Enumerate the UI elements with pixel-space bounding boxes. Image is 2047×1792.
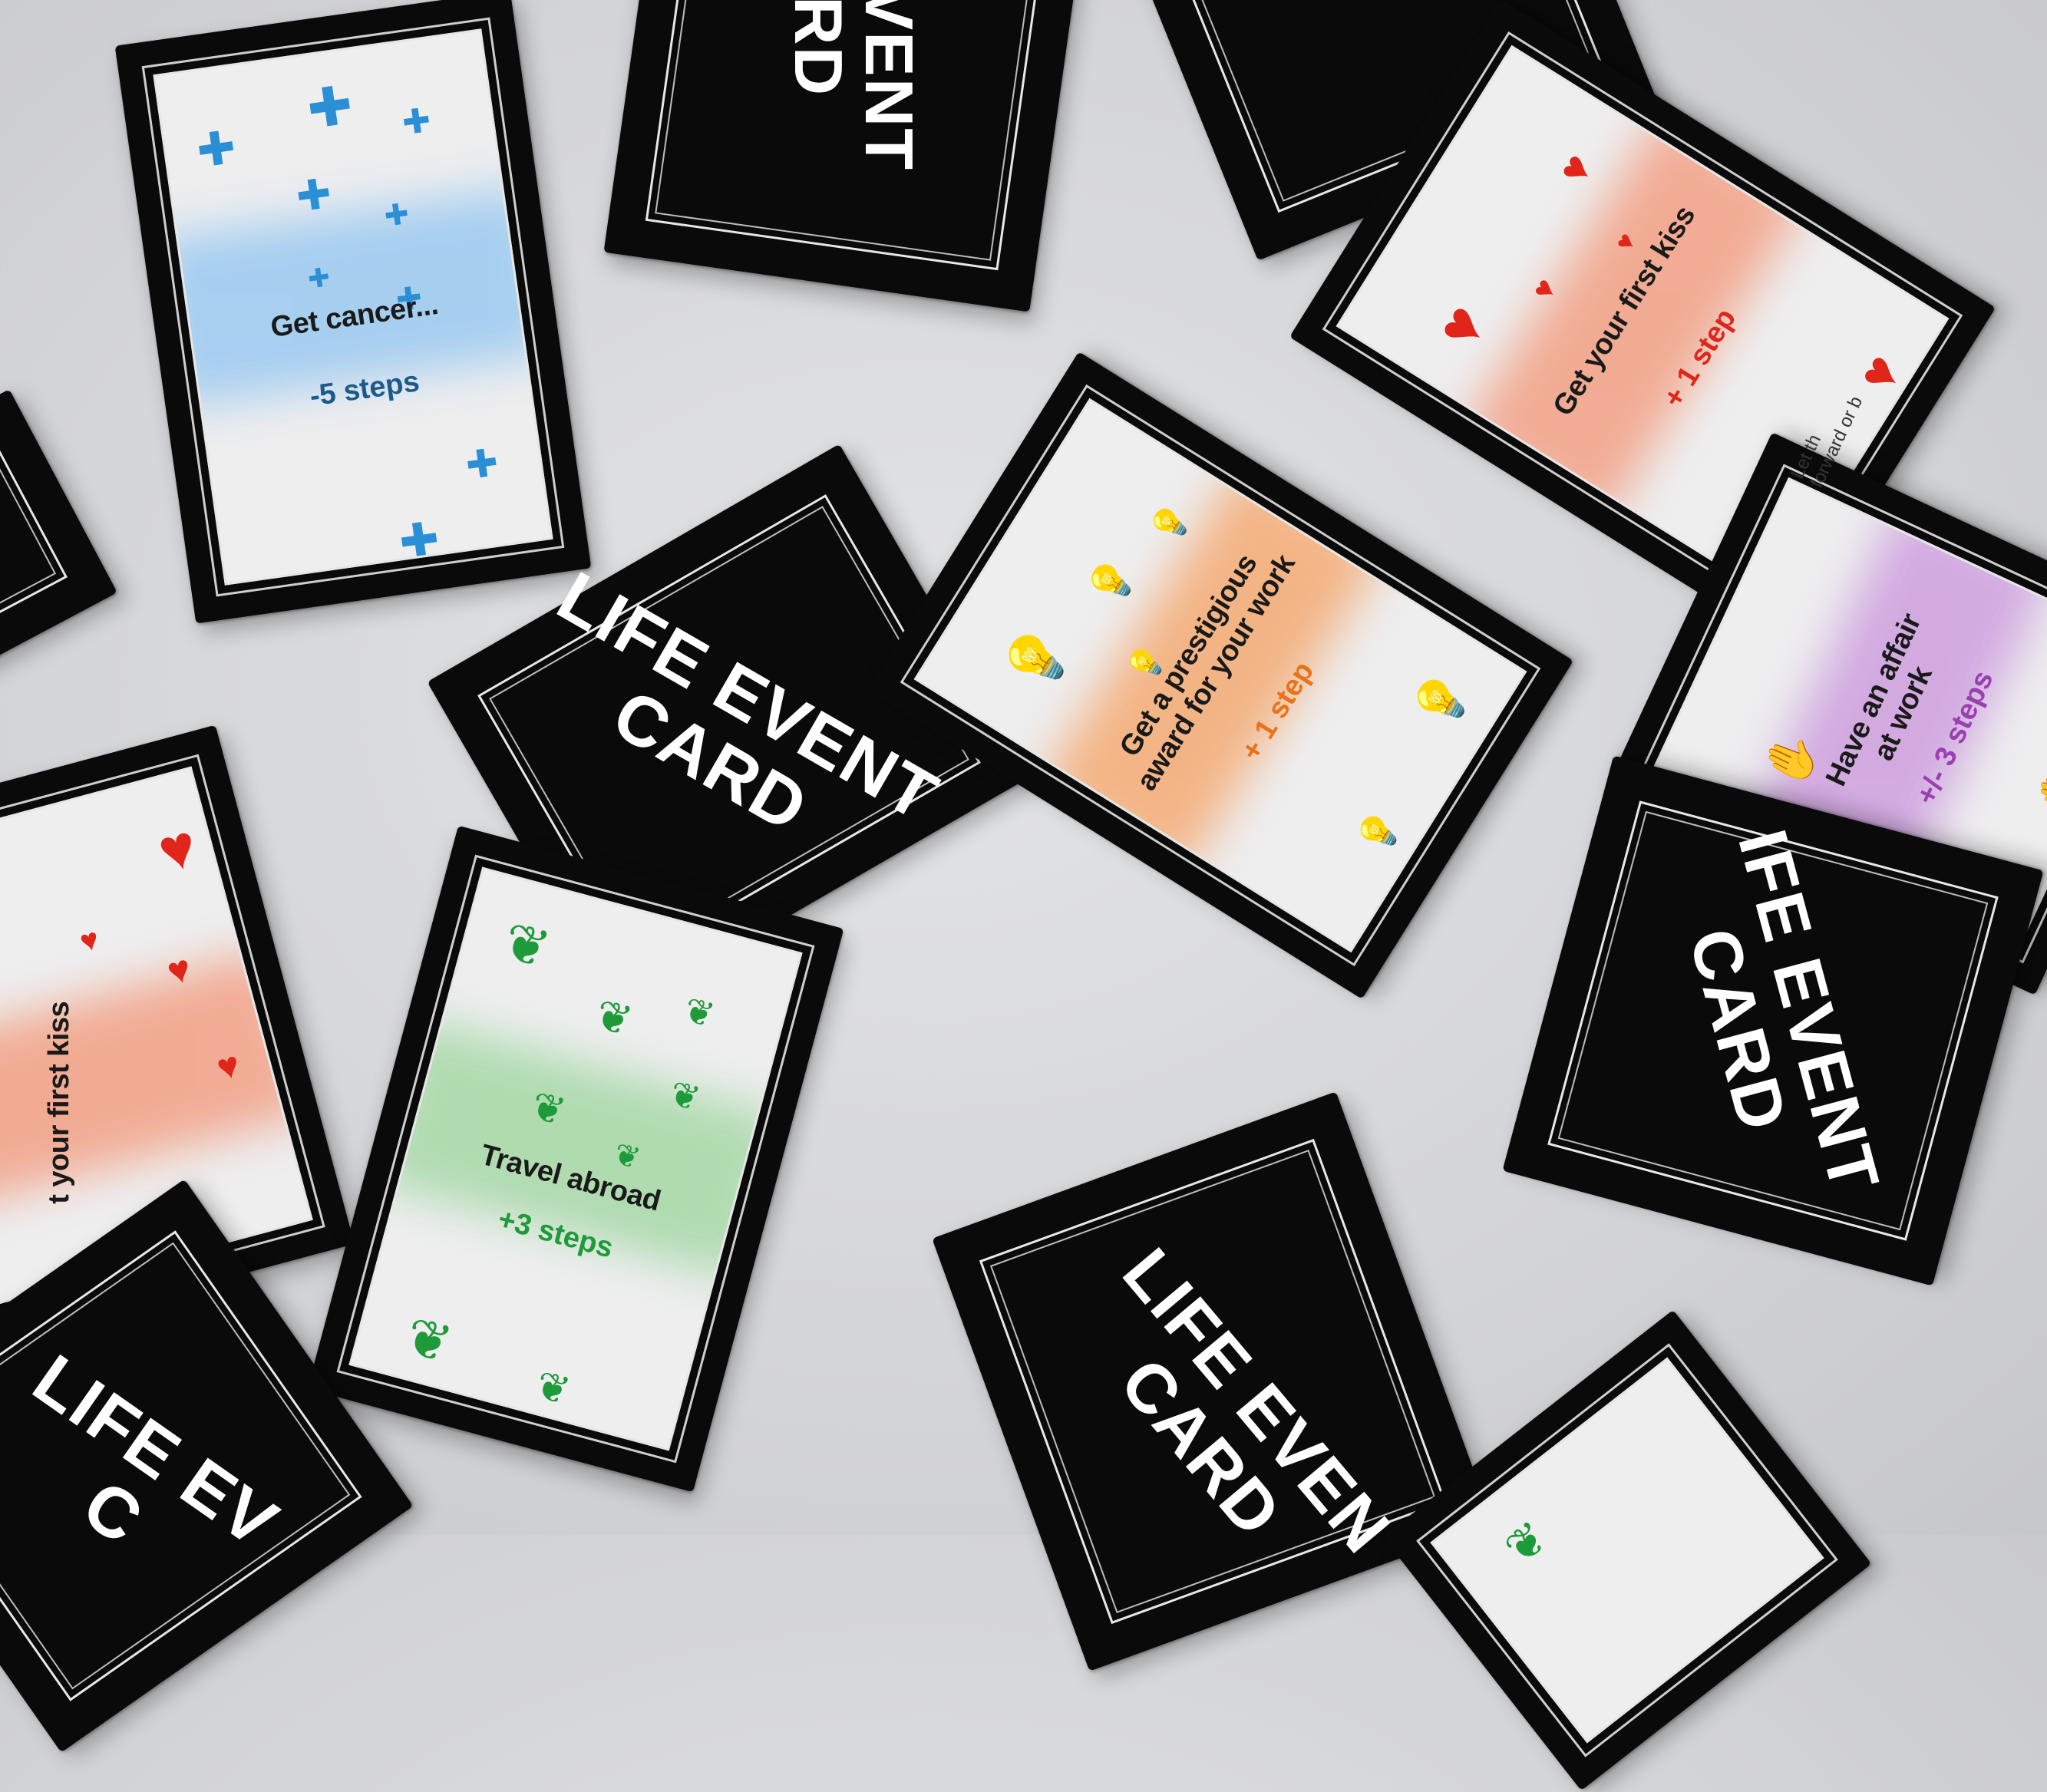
- medical-kit-icon: ✚: [293, 170, 335, 221]
- card-back-title: E EVENT ARD: [780, 0, 927, 171]
- leaf-icon: ❦: [679, 989, 719, 1036]
- life-event-card-partial-bottom-right: ❦: [1382, 1309, 1872, 1791]
- heart-icon: ♥: [1547, 144, 1603, 193]
- heart-icon: ♥: [76, 922, 103, 959]
- lightbulb-icon: 💡: [1405, 663, 1479, 740]
- medical-kit-icon: ✚: [382, 197, 411, 233]
- medical-kit-icon: ✚: [305, 262, 332, 295]
- medical-kit-icon: ✚: [399, 101, 434, 143]
- leaf-icon: ❦: [399, 1305, 459, 1375]
- leaf-icon: ❦: [530, 1362, 575, 1415]
- lightbulb-icon: 💡: [1081, 550, 1144, 614]
- medical-kit-icon: ✚: [193, 120, 239, 177]
- life-event-card-cancer: ✚ ✚ ✚ ✚ ✚ ✚ ✚ ✚ ✚ Get cancer... -5 steps: [114, 0, 592, 624]
- lightbulb-icon: 💡: [1144, 497, 1197, 551]
- medical-kit-icon: ✚: [395, 512, 443, 571]
- heart-icon: ♥: [1422, 292, 1501, 360]
- life-event-card-travel: ❦ ❦ ❦ ❦ ❦ ❦ ❦ ❦ Travel abroad +3 steps: [307, 825, 844, 1493]
- card-back-bottom-middle: LIFE EVEN CARD: [932, 1091, 1494, 1672]
- lightbulb-icon: 💡: [1350, 804, 1408, 863]
- card-back-left-edge: [0, 389, 117, 701]
- medical-kit-icon: ✚: [303, 74, 357, 140]
- leaf-icon: ❦: [497, 910, 556, 981]
- leaf-icon: ❦: [1494, 1510, 1557, 1576]
- heart-icon: ♥: [150, 810, 204, 886]
- card-back-top-center: E EVENT ARD: [603, 0, 1085, 312]
- hand-icon: ✋: [2028, 756, 2047, 830]
- leaf-icon: ❦: [589, 989, 638, 1046]
- card-title: t your first kiss: [43, 1001, 76, 1204]
- lightbulb-icon: 💡: [994, 615, 1081, 705]
- medical-kit-icon: ✚: [463, 440, 501, 488]
